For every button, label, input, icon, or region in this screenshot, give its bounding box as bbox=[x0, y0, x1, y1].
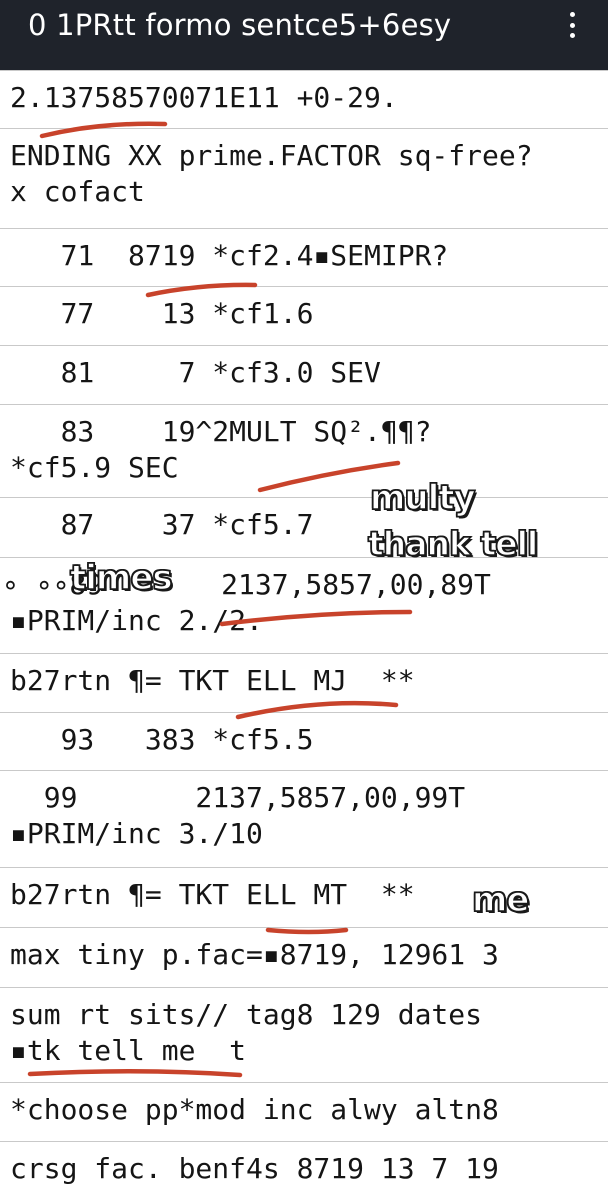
list-item: max tiny p.fac=▪8719, 12961 3 bbox=[0, 927, 608, 987]
list-item: 99 2137,5857,00,99T ▪PRIM/inc 3./10 bbox=[0, 770, 608, 867]
list-item: 81 7 *cf3.0 SEV bbox=[0, 345, 608, 404]
list-item: sum rt sits// tag8 129 dates ▪tk tell me… bbox=[0, 987, 608, 1082]
more-vert-icon[interactable] bbox=[560, 10, 584, 40]
list-item: crsg fac. benf4s 8719 13 7 19 bbox=[0, 1141, 608, 1200]
row-text: sum rt sits// tag8 129 dates bbox=[10, 998, 483, 1031]
thank-tell-sticker: thank tell bbox=[367, 523, 539, 564]
row-text: ▪PRIM/inc 2./2. bbox=[10, 604, 263, 637]
multy-sticker: multy bbox=[369, 477, 476, 519]
row-text: *choose pp*mod inc alwy altn8 bbox=[10, 1093, 499, 1126]
me-sticker: me bbox=[471, 879, 530, 921]
row-text: 93 383 *cf5.5 bbox=[10, 723, 314, 756]
row-text: 81 7 *cf3.0 SEV bbox=[10, 356, 381, 389]
row-text: ▪PRIM/inc 3./10 bbox=[10, 817, 263, 850]
row-text: 83 19^2MULT SQ².¶¶? bbox=[10, 415, 432, 448]
row-text: 71 8719 *cf2.4▪SEMIPR? bbox=[10, 239, 449, 272]
row-text: 99 2137,5857,00,99T bbox=[10, 781, 466, 814]
list-item: 71 8719 *cf2.4▪SEMIPR? bbox=[0, 228, 608, 286]
row-text: 87 37 *cf5.7 bbox=[10, 508, 314, 541]
row-text: b27rtn ¶= TKT ELL MT ** bbox=[10, 878, 415, 911]
row-text: ▪tk tell me t bbox=[10, 1034, 247, 1067]
times-sticker: times bbox=[69, 557, 173, 599]
app-bar: 0 1PRtt formo sentce5+6esy bbox=[0, 0, 608, 70]
list-item: 83 19^2MULT SQ².¶¶? *cf5.9 SEC bbox=[0, 404, 608, 497]
row-text: ENDING XX prime.FACTOR sq-free? bbox=[10, 139, 533, 172]
list-item: 93 383 *cf5.5 bbox=[0, 712, 608, 770]
list-item: *choose pp*mod inc alwy altn8 bbox=[0, 1082, 608, 1141]
row-text: 77 13 *cf1.6 bbox=[10, 297, 314, 330]
list-item: ENDING XX prime.FACTOR sq-free? x cofact bbox=[0, 128, 608, 228]
row-text: *cf5.9 SEC bbox=[10, 451, 179, 484]
row-text: crsg fac. benf4s 8719 13 7 19 bbox=[10, 1152, 499, 1185]
list-item: 2.13758570071E11 +0-29. bbox=[0, 70, 608, 128]
row-text: max tiny p.fac=▪8719, 12961 3 bbox=[10, 938, 499, 971]
list-item: 77 13 *cf1.6 bbox=[0, 286, 608, 345]
row-text: b27rtn ¶= TKT ELL MJ ** bbox=[10, 664, 415, 697]
app-title: 0 1PRtt formo sentce5+6esy bbox=[28, 8, 452, 42]
row-text: x cofact bbox=[10, 175, 145, 208]
list-item: b27rtn ¶= TKT ELL MJ ** bbox=[0, 653, 608, 712]
row-text: 2.13758570071E11 +0-29. bbox=[10, 81, 398, 114]
